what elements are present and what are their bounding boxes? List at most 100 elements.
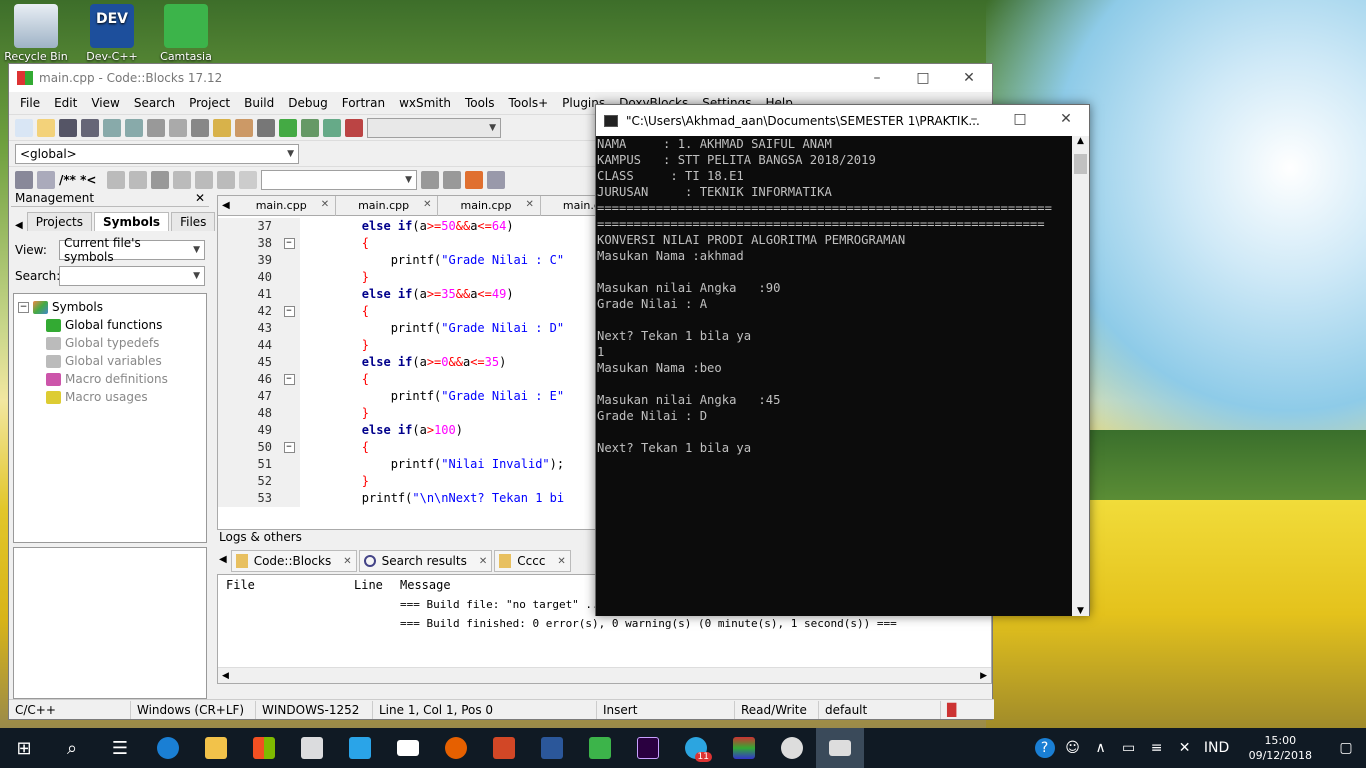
- search-icon[interactable]: ⌕: [48, 728, 96, 768]
- edge-icon[interactable]: [144, 728, 192, 768]
- save-all-icon[interactable]: [81, 118, 99, 137]
- menu-file[interactable]: File: [13, 96, 47, 110]
- code-line[interactable]: 47 printf("Grade Nilai : E": [218, 388, 596, 405]
- mail-icon[interactable]: [384, 728, 432, 768]
- code-line[interactable]: 45 else if(a>=0&&a<=35): [218, 354, 596, 371]
- jump-forward-icon[interactable]: [217, 170, 235, 189]
- code-line[interactable]: 41 else if(a>=35&&a<=49): [218, 286, 596, 303]
- copy-icon[interactable]: [169, 118, 187, 137]
- tab-codeblocks-log[interactable]: Code::Blocks ✕: [230, 550, 357, 572]
- fold-toggle-icon[interactable]: −: [283, 238, 295, 249]
- menu-tools[interactable]: Tools: [458, 96, 502, 110]
- code-line[interactable]: 44 }: [218, 337, 596, 354]
- cut-icon[interactable]: [147, 118, 165, 137]
- tab-cccc[interactable]: Cccc ✕: [494, 550, 571, 572]
- start-button[interactable]: ⊞: [0, 728, 48, 768]
- camtasia-icon[interactable]: Camtasia: [150, 4, 222, 63]
- close-button[interactable]: ✕: [1043, 105, 1089, 133]
- redo-icon[interactable]: [125, 118, 143, 137]
- maximize-button[interactable]: □: [997, 105, 1043, 133]
- highlight-icon[interactable]: [465, 170, 483, 189]
- fold-toggle-icon[interactable]: −: [283, 442, 295, 453]
- close-icon[interactable]: ✕: [525, 199, 533, 216]
- scrollbar-thumb[interactable]: [1074, 154, 1087, 174]
- close-icon[interactable]: ✕: [557, 556, 565, 567]
- wrench-icon[interactable]: [151, 170, 169, 189]
- new-file-icon[interactable]: [15, 118, 33, 137]
- tree-root[interactable]: − Symbols: [18, 298, 202, 316]
- doxy-icon[interactable]: [107, 170, 125, 189]
- collapse-icon[interactable]: −: [18, 301, 29, 313]
- visual-studio-code-icon[interactable]: [336, 728, 384, 768]
- tab-editor-file[interactable]: main.cpp✕: [438, 196, 541, 216]
- tab-search-results[interactable]: Search results ✕: [358, 550, 493, 572]
- input-language[interactable]: IND: [1199, 740, 1235, 756]
- tree-node[interactable]: Global functions: [18, 316, 202, 334]
- menu-wxsmith[interactable]: wxSmith: [392, 96, 458, 110]
- clear-icon[interactable]: [239, 170, 257, 189]
- code-line[interactable]: 37 else if(a>=50&&a<=64): [218, 218, 596, 235]
- file-explorer-icon[interactable]: [192, 728, 240, 768]
- code-line[interactable]: 39 printf("Grade Nilai : C": [218, 252, 596, 269]
- powerpoint-icon[interactable]: [480, 728, 528, 768]
- find-icon[interactable]: [213, 118, 231, 137]
- winrar-icon[interactable]: [720, 728, 768, 768]
- fold-toggle-icon[interactable]: −: [283, 306, 295, 317]
- tree-node[interactable]: Global typedefs: [18, 334, 202, 352]
- close-icon[interactable]: ✕: [479, 556, 487, 567]
- build-gear-icon[interactable]: [257, 118, 275, 137]
- tab-files[interactable]: Files: [171, 212, 216, 231]
- word-icon[interactable]: [528, 728, 576, 768]
- abort-icon[interactable]: [345, 118, 363, 137]
- battery-icon[interactable]: ▭: [1115, 740, 1143, 756]
- forward-arrow-icon[interactable]: [443, 170, 461, 189]
- dev-cpp-icon[interactable]: DEV Dev-C++: [76, 4, 148, 63]
- firefox-icon[interactable]: [432, 728, 480, 768]
- back-arrow-icon[interactable]: [421, 170, 439, 189]
- code-line[interactable]: 50− {: [218, 439, 596, 456]
- code-line[interactable]: 42− {: [218, 303, 596, 320]
- help-icon[interactable]: [129, 170, 147, 189]
- tree-node[interactable]: Macro usages: [18, 388, 202, 406]
- tree-node[interactable]: Global variables: [18, 352, 202, 370]
- scope-combo[interactable]: <global> ▼: [15, 143, 299, 164]
- notifications-icon[interactable]: ▢: [1326, 740, 1366, 756]
- code-line[interactable]: 53 printf("\n\nNext? Tekan 1 bi: [218, 490, 596, 507]
- tab-editor-file[interactable]: main.cpp✕: [336, 196, 439, 216]
- code-line[interactable]: 51 printf("Nilai Invalid");: [218, 456, 596, 473]
- paint-icon[interactable]: [768, 728, 816, 768]
- volume-muted-icon[interactable]: ✕: [1171, 740, 1199, 756]
- code-line[interactable]: 48 }: [218, 405, 596, 422]
- console-scrollbar[interactable]: ▲ ▼: [1072, 136, 1089, 616]
- console-output[interactable]: NAMA : 1. AKHMAD SAIFUL ANAM KAMPUS : STT…: [596, 136, 1073, 616]
- menu-edit[interactable]: Edit: [47, 96, 84, 110]
- search-combo[interactable]: ▼: [261, 169, 417, 190]
- comment-icon[interactable]: /** *<: [59, 173, 103, 187]
- tab-projects[interactable]: Projects: [26, 212, 93, 231]
- tab-editor-file[interactable]: main.cpp✕: [541, 196, 596, 216]
- save-icon[interactable]: [59, 118, 77, 137]
- people-icon[interactable]: ☺: [1059, 740, 1087, 756]
- camtasia-taskbar-icon[interactable]: [576, 728, 624, 768]
- menu-search[interactable]: Search: [127, 96, 182, 110]
- run-icon[interactable]: [279, 118, 297, 137]
- minimize-button[interactable]: –: [951, 105, 997, 133]
- bookmark-icon[interactable]: [195, 170, 213, 189]
- rebuild-icon[interactable]: [323, 118, 341, 137]
- menu-debug[interactable]: Debug: [281, 96, 334, 110]
- minimize-button[interactable]: –: [854, 64, 900, 92]
- premiere-icon[interactable]: [624, 728, 672, 768]
- tab-editor-file[interactable]: main.cpp✕: [234, 196, 337, 216]
- maximize-button[interactable]: □: [900, 64, 946, 92]
- menu-view[interactable]: View: [84, 96, 126, 110]
- view-combo[interactable]: Current file's symbols ▼: [59, 236, 205, 264]
- close-button[interactable]: ✕: [946, 64, 992, 92]
- menu-tools-[interactable]: Tools+: [502, 96, 556, 110]
- fold-toggle-icon[interactable]: −: [283, 374, 295, 385]
- help-icon[interactable]: ?: [1031, 738, 1059, 758]
- task-view-icon[interactable]: ☰: [96, 728, 144, 768]
- menu-fortran[interactable]: Fortran: [335, 96, 392, 110]
- replace-icon[interactable]: [235, 118, 253, 137]
- recycle-bin-icon[interactable]: Recycle Bin: [0, 4, 72, 63]
- telegram-icon[interactable]: 11: [672, 728, 720, 768]
